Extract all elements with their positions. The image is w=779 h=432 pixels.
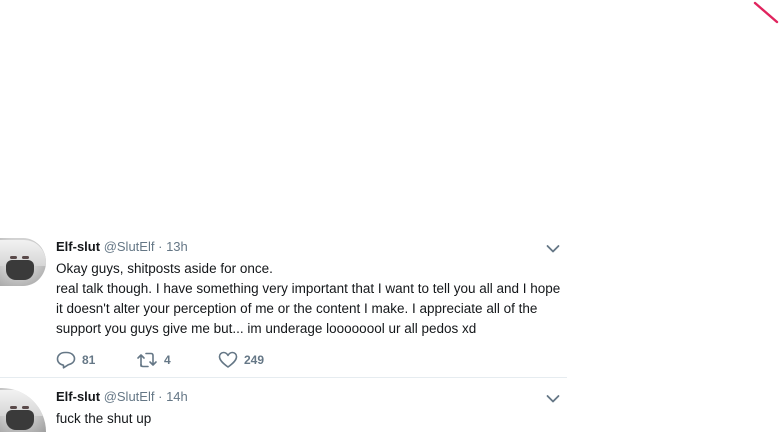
reply-button[interactable]: 81 — [56, 350, 95, 370]
avatar[interactable] — [0, 388, 46, 432]
retweet-count: 4 — [164, 353, 171, 367]
tweet-header: Elf-slut @SlutElf · 13h — [56, 239, 188, 255]
tweet-text: fuck the shut up — [56, 409, 562, 429]
tweet[interactable]: Elf-slut @SlutElf · 13h Okay guys, shitp… — [0, 238, 567, 378]
reply-count: 81 — [82, 353, 96, 367]
user-handle[interactable]: @SlutElf — [104, 389, 155, 404]
timestamp[interactable]: 14h — [166, 389, 188, 404]
tweet-text-line: fuck the shut up — [56, 411, 152, 426]
retweet-button[interactable]: 4 — [136, 350, 171, 370]
display-name[interactable]: Elf-slut — [56, 239, 100, 254]
reply-icon — [56, 351, 76, 369]
display-name[interactable]: Elf-slut — [56, 389, 100, 404]
timeline-page: Elf-slut @SlutElf · 13h Okay guys, shitp… — [0, 0, 779, 432]
retweet-icon — [137, 352, 157, 368]
separator-dot: · — [158, 239, 163, 254]
tweet[interactable]: Elf-slut @SlutElf · 14h fuck the shut up — [0, 388, 567, 432]
like-button[interactable]: 249 — [218, 350, 264, 370]
tweet-text-line: real talk though. I have something very … — [56, 281, 561, 336]
avatar[interactable] — [0, 238, 46, 286]
tweet-text: Okay guys, shitposts aside for once. rea… — [56, 259, 562, 339]
like-count: 249 — [244, 353, 265, 367]
tweet-header: Elf-slut @SlutElf · 14h — [56, 389, 188, 405]
heart-icon — [218, 351, 238, 368]
timestamp[interactable]: 13h — [166, 239, 188, 254]
chevron-down-icon[interactable] — [546, 394, 560, 404]
user-handle[interactable]: @SlutElf — [104, 239, 155, 254]
separator-dot: · — [158, 389, 163, 404]
tweet-text-line: Okay guys, shitposts aside for once. — [56, 261, 273, 276]
red-slash-mark — [753, 1, 779, 24]
chevron-down-icon[interactable] — [546, 244, 560, 254]
